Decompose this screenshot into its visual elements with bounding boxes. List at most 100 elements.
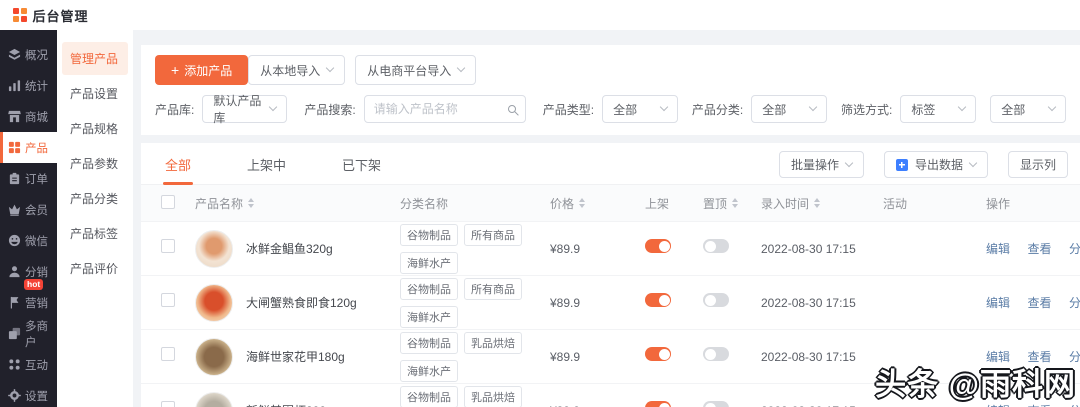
method-label: 筛选方式: xyxy=(841,102,893,117)
sidebar-item-products[interactable]: 产品 xyxy=(0,132,57,163)
row-checkbox[interactable] xyxy=(161,239,175,253)
product-thumbnail xyxy=(195,337,233,376)
category-tag: 乳品烘焙 xyxy=(464,385,522,407)
view-link[interactable]: 查看 xyxy=(1027,350,1051,364)
product-search-box xyxy=(363,95,526,123)
method-select[interactable]: 标签 xyxy=(900,95,977,123)
pin-toggle[interactable] xyxy=(703,401,729,407)
sort-icon[interactable] xyxy=(579,198,586,208)
share-link[interactable]: 分享 xyxy=(1069,404,1080,407)
edit-link[interactable]: 编辑 xyxy=(986,242,1010,256)
on-shelf-toggle[interactable] xyxy=(645,239,671,253)
product-search-input[interactable] xyxy=(373,102,508,116)
product-name[interactable]: 新鲜基围虾200g xyxy=(246,402,333,407)
toolbar-card: + 添加产品 从本地导入 从电商平台导入 产品库: 默认产品库 产品搜索: 请输… xyxy=(141,45,1080,135)
chevron-down-icon xyxy=(325,63,335,73)
pin-toggle[interactable] xyxy=(703,347,729,361)
tab-on-shelf[interactable]: 上架中 xyxy=(247,145,286,185)
row-checkbox[interactable] xyxy=(161,401,175,407)
category-tags: 谷物制品 所有商品 海鲜水产 xyxy=(400,223,550,274)
submenu-item-manage-products[interactable]: 管理产品 xyxy=(62,42,128,75)
select-all-checkbox[interactable] xyxy=(161,194,175,209)
category-tag: 谷物制品 xyxy=(400,331,458,354)
sidebar-item-multi-merchant[interactable]: 多商户 xyxy=(0,318,57,349)
column-activity: 活动 xyxy=(883,196,908,211)
type-select[interactable]: 全部 xyxy=(602,95,678,123)
pin-toggle[interactable] xyxy=(703,293,729,307)
column-category: 分类名称 xyxy=(400,196,449,211)
edit-link[interactable]: 编辑 xyxy=(986,350,1010,364)
sidebar-item-mall[interactable]: 商城 xyxy=(0,101,57,132)
created-time: 2022-08-30 17:15 xyxy=(761,404,883,407)
category-tags: 谷物制品 所有商品 海鲜水产 xyxy=(400,277,550,328)
share-link[interactable]: 分享 xyxy=(1069,296,1080,310)
sidebar-item-stats[interactable]: 统计 xyxy=(0,70,57,101)
import-local-button[interactable]: 从本地导入 xyxy=(248,55,346,85)
edit-link[interactable]: 编辑 xyxy=(986,404,1010,407)
export-data-button[interactable]: 导出数据 xyxy=(883,151,988,178)
tab-all[interactable]: 全部 xyxy=(165,145,191,185)
table-header-row: 产品名称 分类名称 价格 上架 置顶 录入时间 活动 操作 xyxy=(141,185,1080,221)
category-select[interactable]: 全部 xyxy=(751,95,828,123)
product-thumbnail xyxy=(195,283,233,322)
submenu-item-product-specs[interactable]: 产品规格 xyxy=(57,112,133,145)
distribution-icon xyxy=(9,266,20,278)
category-tag: 海鲜水产 xyxy=(400,305,458,328)
category-tag: 谷物制品 xyxy=(400,223,458,246)
sort-icon[interactable] xyxy=(814,198,821,208)
tab-off-shelf[interactable]: 已下架 xyxy=(342,145,381,185)
primary-sidebar: 概况 统计 商城 产品 订单 会员 微信 分销 营销 hot 多商户 互动 设置 xyxy=(0,30,57,407)
sidebar-item-wechat[interactable]: 微信 xyxy=(0,225,57,256)
row-checkbox[interactable] xyxy=(161,293,175,307)
app-title: 后台管理 xyxy=(32,8,89,24)
product-table-card: 全部 上架中 已下架 批量操作 导出数据 显示列 产品名称 分类名称 价格 上架… xyxy=(141,143,1080,407)
show-columns-button[interactable]: 显示列 xyxy=(1007,151,1068,178)
chevron-down-icon xyxy=(269,102,278,112)
sidebar-item-orders[interactable]: 订单 xyxy=(0,163,57,194)
edit-link[interactable]: 编辑 xyxy=(986,296,1010,310)
view-link[interactable]: 查看 xyxy=(1027,296,1051,310)
category-tag: 海鲜水产 xyxy=(400,359,458,382)
share-link[interactable]: 分享 xyxy=(1069,242,1080,256)
filter-bar: 产品库: 默认产品库 产品搜索: 产品类型: 全部 产品 xyxy=(155,94,1066,125)
product-thumbnail xyxy=(195,229,233,268)
product-name[interactable]: 冰鲜金鲳鱼320g xyxy=(246,240,333,257)
submenu-item-product-params[interactable]: 产品参数 xyxy=(57,147,133,180)
sort-icon[interactable] xyxy=(248,198,255,208)
column-on-shelf: 上架 xyxy=(645,196,670,211)
search-icon[interactable] xyxy=(507,105,516,113)
logo-grid-icon xyxy=(13,8,27,22)
sidebar-item-interaction[interactable]: 互动 xyxy=(0,349,57,380)
view-link[interactable]: 查看 xyxy=(1027,404,1051,407)
on-shelf-toggle[interactable] xyxy=(645,401,671,407)
row-checkbox[interactable] xyxy=(161,347,175,361)
submenu-item-product-settings[interactable]: 产品设置 xyxy=(57,77,133,110)
submenu-item-product-reviews[interactable]: 产品评价 xyxy=(57,252,133,285)
marketing-icon xyxy=(10,296,19,309)
column-pinned: 置顶 xyxy=(703,196,728,211)
on-shelf-toggle[interactable] xyxy=(645,347,671,361)
created-time: 2022-08-30 17:15 xyxy=(761,241,856,256)
share-link[interactable]: 分享 xyxy=(1069,350,1080,364)
chevron-down-icon xyxy=(844,158,854,167)
submenu-item-product-categories[interactable]: 产品分类 xyxy=(57,182,133,215)
product-name[interactable]: 海鲜世家花甲180g xyxy=(246,348,345,365)
import-platform-button[interactable]: 从电商平台导入 xyxy=(355,55,477,85)
members-icon xyxy=(8,204,21,216)
sidebar-item-members[interactable]: 会员 xyxy=(0,194,57,225)
view-link[interactable]: 查看 xyxy=(1027,242,1051,256)
sidebar-item-marketing[interactable]: 营销 hot xyxy=(0,279,57,318)
sidebar-item-overview[interactable]: 概况 xyxy=(0,39,57,70)
batch-operations-button[interactable]: 批量操作 xyxy=(778,151,864,178)
submenu-item-product-tags[interactable]: 产品标签 xyxy=(57,217,133,250)
on-shelf-toggle[interactable] xyxy=(645,293,671,307)
sort-icon[interactable] xyxy=(732,198,739,208)
library-select[interactable]: 默认产品库 xyxy=(202,94,288,125)
product-name[interactable]: 大闸蟹熟食即食120g xyxy=(246,294,357,311)
sidebar-item-settings[interactable]: 设置 xyxy=(0,380,57,407)
category-label: 产品分类: xyxy=(691,102,744,117)
method-value-select[interactable]: 全部 xyxy=(990,95,1066,123)
pin-toggle[interactable] xyxy=(703,239,729,253)
products-icon xyxy=(8,141,21,154)
add-product-button[interactable]: + 添加产品 xyxy=(155,55,249,85)
